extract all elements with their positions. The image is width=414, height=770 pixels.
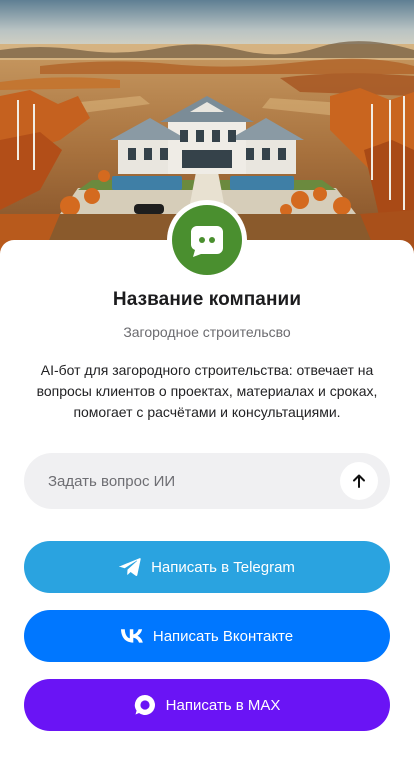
vk-button-label: Написать Вконтакте [152, 627, 294, 645]
chat-bot-icon [191, 226, 223, 257]
company-description: AI-бот для загородного строительства: от… [36, 362, 378, 420]
telegram-button-label: Написать в Telegram [151, 558, 295, 576]
telegram-button[interactable]: Написать в Telegram [24, 541, 390, 593]
telegram-icon [119, 556, 141, 578]
vk-icon [120, 625, 143, 647]
vk-button[interactable]: Написать Вконтакте [24, 610, 390, 662]
max-button-label: Написать в MAX [165, 696, 281, 714]
company-name: Название компании [112, 289, 302, 310]
send-question-button[interactable] [340, 462, 378, 500]
logo-circle [172, 205, 242, 275]
arrow-up-icon [353, 474, 365, 488]
ask-ai-box [24, 453, 390, 509]
max-button[interactable]: Написать в MAX [24, 679, 390, 731]
ask-ai-input[interactable] [24, 453, 340, 509]
max-icon [134, 694, 156, 716]
profile-page: Название компании Загородное строительсв… [0, 0, 414, 770]
company-logo [167, 200, 247, 280]
company-category: Загородное строительсво [123, 324, 291, 340]
